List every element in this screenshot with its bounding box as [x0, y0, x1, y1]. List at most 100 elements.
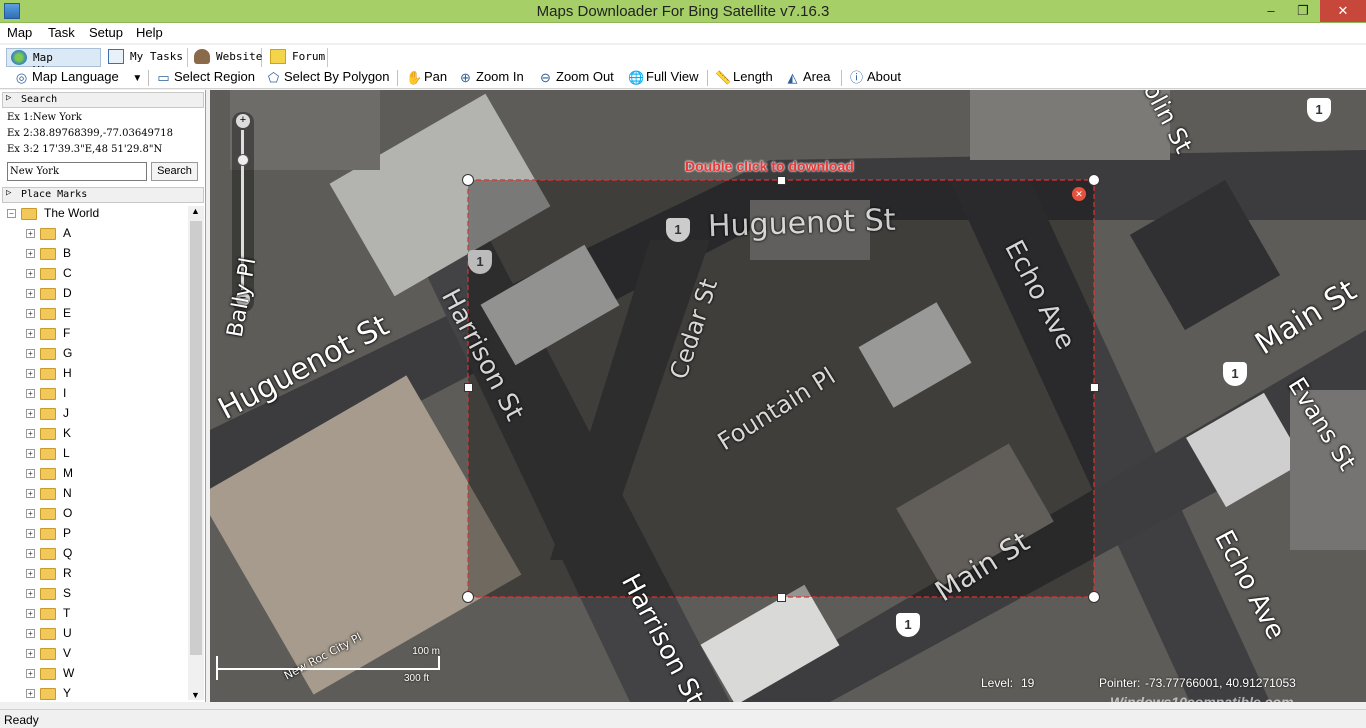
tree-node[interactable]: + C — [0, 264, 186, 284]
selection-handle[interactable] — [1090, 383, 1099, 392]
search-header[interactable]: ▷ Search — [2, 92, 204, 108]
expand-toggle-icon[interactable]: + — [26, 309, 35, 318]
map-language-button[interactable]: ◎ Map Language ▼ — [14, 69, 142, 87]
tree-node-label: K — [63, 426, 72, 440]
tree-node[interactable]: + W — [0, 664, 186, 684]
tree-node[interactable]: + A — [0, 224, 186, 244]
tree-node[interactable]: + P — [0, 524, 186, 544]
pan-label: Pan — [424, 69, 448, 84]
minimize-button[interactable]: – — [1256, 0, 1286, 22]
scroll-up-icon[interactable]: ▲ — [191, 206, 200, 216]
select-region-button[interactable]: ▭ Select Region — [156, 69, 255, 87]
expand-toggle-icon[interactable]: + — [26, 649, 35, 658]
expand-toggle-icon[interactable]: + — [26, 389, 35, 398]
route-shield-icon: 1 — [896, 613, 920, 637]
expand-toggle-icon[interactable]: + — [26, 489, 35, 498]
expand-toggle-icon[interactable]: + — [26, 449, 35, 458]
tree-node-label: B — [63, 246, 72, 260]
tree-scrollbar[interactable]: ▲ ▼ — [188, 206, 204, 700]
tree-node[interactable]: + T — [0, 604, 186, 624]
expand-toggle-icon[interactable]: + — [26, 549, 35, 558]
zoom-in-button[interactable]: ⊕ Zoom In — [458, 69, 524, 87]
expand-toggle-icon[interactable]: + — [26, 369, 35, 378]
tree-node-the-world[interactable]: − The World — [0, 204, 186, 224]
remove-selection-icon[interactable]: ✕ — [1072, 187, 1086, 201]
collapse-toggle-icon[interactable]: − — [7, 209, 16, 218]
selection-handle[interactable] — [462, 174, 474, 186]
scroll-thumb[interactable] — [190, 221, 202, 655]
tree-node[interactable]: + E — [0, 304, 186, 324]
expand-toggle-icon[interactable]: + — [26, 689, 35, 698]
selection-handle[interactable] — [777, 593, 786, 602]
pan-button[interactable]: ✋ Pan — [406, 69, 447, 87]
zoom-slider-thumb[interactable] — [237, 154, 249, 166]
select-by-polygon-button[interactable]: ⬠ Select By Polygon — [266, 69, 390, 87]
tab-my-tasks[interactable]: My Tasks — [104, 48, 188, 67]
tab-label: My Tasks — [130, 50, 183, 63]
selection-handle[interactable] — [464, 383, 473, 392]
tree-node[interactable]: + O — [0, 504, 186, 524]
tree-node[interactable]: + B — [0, 244, 186, 264]
tree-node[interactable]: + U — [0, 624, 186, 644]
tree-node[interactable]: + S — [0, 584, 186, 604]
tree-node[interactable]: + G — [0, 344, 186, 364]
map-view[interactable]: ✕ Double click to download + − Huguenot … — [210, 90, 1366, 702]
folder-icon — [40, 268, 56, 280]
maximize-button[interactable]: ❐ — [1288, 0, 1318, 22]
menu-map[interactable]: Map — [7, 25, 32, 40]
expand-toggle-icon[interactable]: + — [26, 349, 35, 358]
expand-toggle-icon[interactable]: + — [26, 669, 35, 678]
tree-node[interactable]: + M — [0, 464, 186, 484]
tree-node[interactable]: + L — [0, 444, 186, 464]
search-button[interactable]: Search — [151, 162, 198, 181]
menu-help[interactable]: Help — [136, 25, 163, 40]
tab-website[interactable]: Website — [190, 48, 262, 67]
tree-node[interactable]: + N — [0, 484, 186, 504]
tree-node[interactable]: + R — [0, 564, 186, 584]
expand-toggle-icon[interactable]: + — [26, 229, 35, 238]
expand-toggle-icon[interactable]: + — [26, 329, 35, 338]
expand-toggle-icon[interactable]: + — [26, 249, 35, 258]
tab-forum[interactable]: Forum — [266, 48, 328, 67]
expand-toggle-icon[interactable]: + — [26, 529, 35, 538]
tree-node[interactable]: + V — [0, 644, 186, 664]
tree-node-label: M — [63, 466, 73, 480]
tab-map-viewer[interactable]: Map Viewer — [6, 48, 101, 77]
menu-setup[interactable]: Setup — [89, 25, 123, 40]
tree-node[interactable]: + H — [0, 364, 186, 384]
about-button[interactable]: ⓘ About — [849, 69, 901, 87]
expand-toggle-icon[interactable]: + — [26, 409, 35, 418]
search-input[interactable] — [7, 162, 147, 181]
zoom-out-button[interactable]: ⊖ Zoom Out — [538, 69, 614, 87]
area-button[interactable]: ◭ Area — [785, 69, 831, 87]
tree-node[interactable]: + D — [0, 284, 186, 304]
expand-toggle-icon[interactable]: + — [26, 269, 35, 278]
tree-node[interactable]: + I — [0, 384, 186, 404]
selection-handle[interactable] — [1088, 174, 1100, 186]
expand-toggle-icon[interactable]: + — [26, 429, 35, 438]
tree-node[interactable]: + Q — [0, 544, 186, 564]
tree-node[interactable]: + J — [0, 404, 186, 424]
menu-task[interactable]: Task — [48, 25, 75, 40]
command-toolbar: ◎ Map Language ▼ ▭ Select Region ⬠ Selec… — [0, 67, 1366, 89]
full-view-button[interactable]: 🌐 Full View — [628, 69, 699, 87]
expand-toggle-icon[interactable]: + — [26, 589, 35, 598]
tree-node[interactable]: + K — [0, 424, 186, 444]
tree-node[interactable]: + Y — [0, 684, 186, 700]
selection-handle[interactable] — [462, 591, 474, 603]
expand-toggle-icon[interactable]: + — [26, 289, 35, 298]
place-marks-header[interactable]: ▷ Place Marks — [2, 187, 204, 203]
expand-toggle-icon[interactable]: + — [26, 509, 35, 518]
expand-toggle-icon[interactable]: + — [26, 469, 35, 478]
selection-handle[interactable] — [1088, 591, 1100, 603]
length-button[interactable]: 📏 Length — [715, 69, 773, 87]
scroll-down-icon[interactable]: ▼ — [191, 690, 200, 700]
scale-metric-label: 100 m — [412, 646, 440, 657]
expand-toggle-icon[interactable]: + — [26, 609, 35, 618]
close-button[interactable]: ✕ — [1320, 0, 1366, 22]
expand-toggle-icon[interactable]: + — [26, 569, 35, 578]
expand-toggle-icon[interactable]: + — [26, 629, 35, 638]
selection-handle[interactable] — [777, 176, 786, 185]
tree-node[interactable]: + F — [0, 324, 186, 344]
zoom-in-icon[interactable]: + — [236, 114, 250, 128]
